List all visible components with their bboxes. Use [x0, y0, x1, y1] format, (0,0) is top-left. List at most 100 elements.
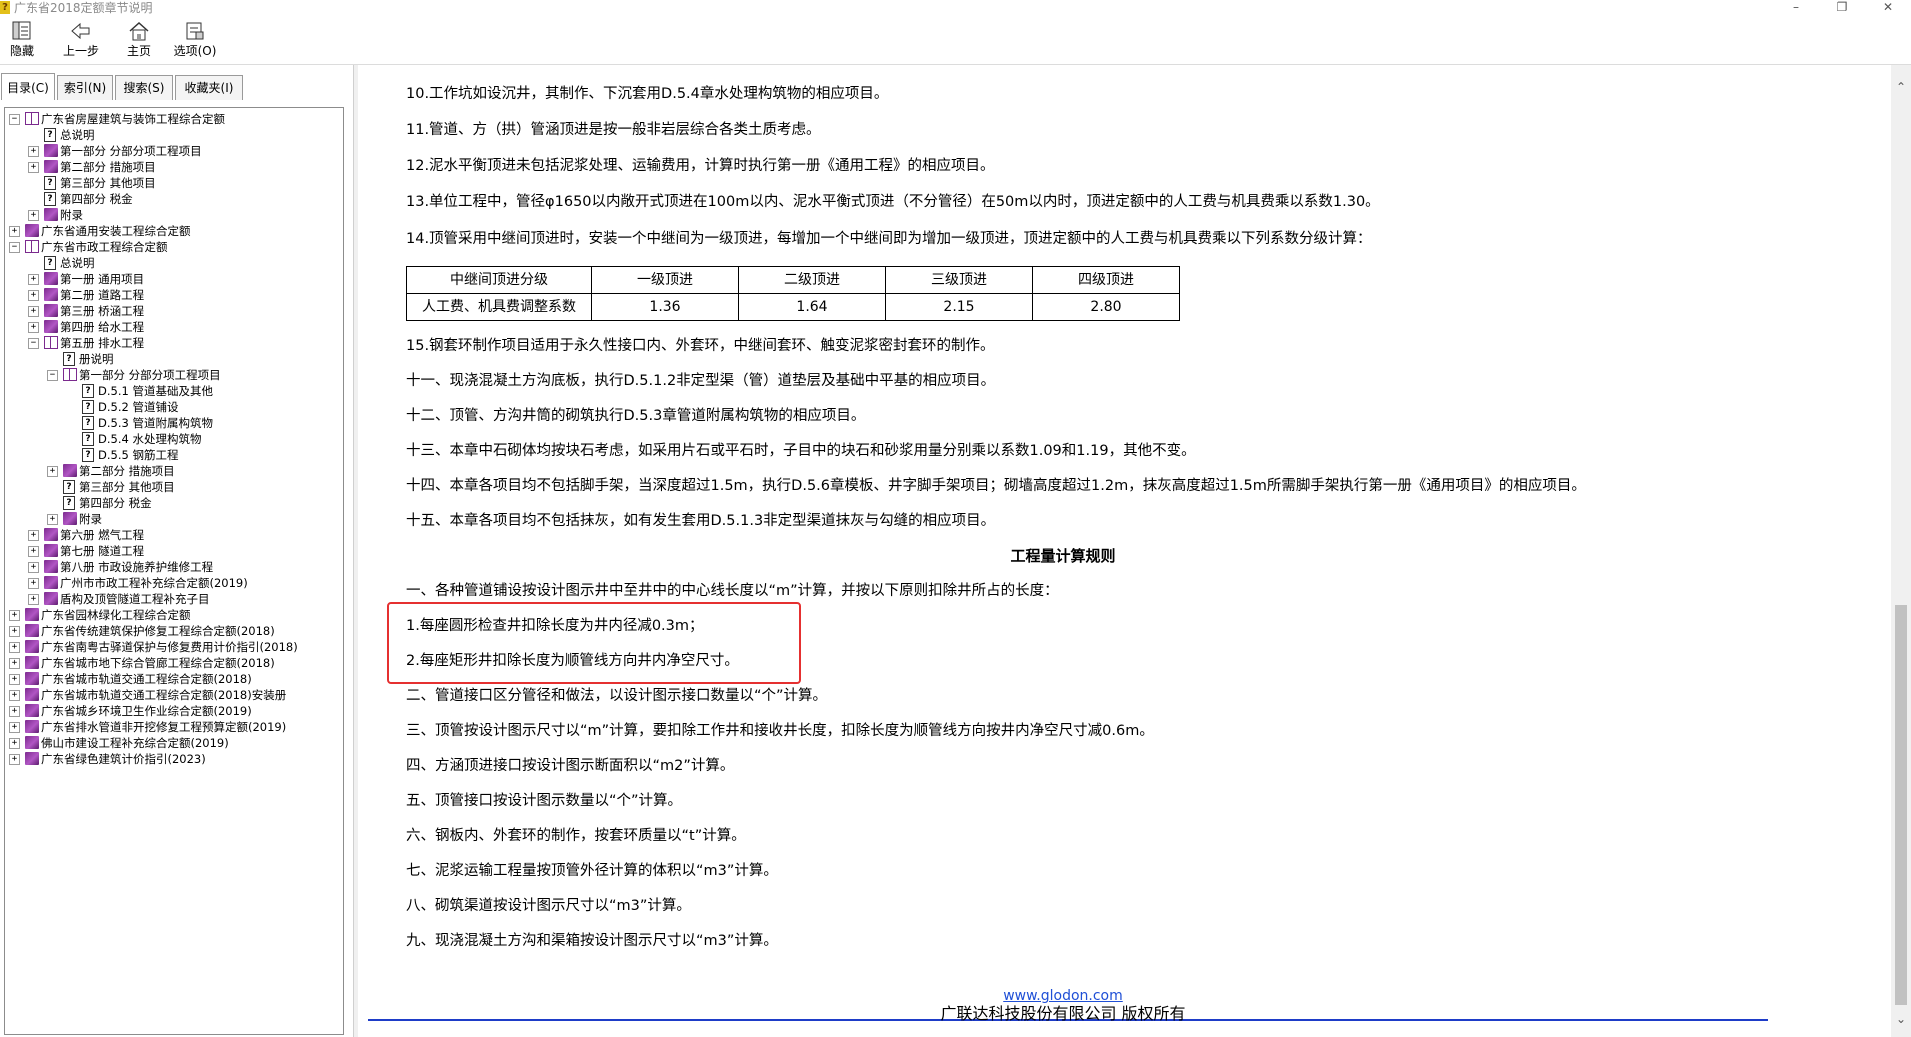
- tree-item-label: 第二部分 措施项目: [60, 160, 156, 174]
- collapse-icon[interactable]: −: [9, 242, 20, 253]
- expand-icon[interactable]: +: [9, 690, 20, 701]
- table-header: 中继间顶进分级: [406, 266, 592, 294]
- expand-icon[interactable]: +: [9, 754, 20, 765]
- tree-item-label: 广东省房屋建筑与装饰工程综合定额: [41, 112, 225, 126]
- tree-item-label: 第二部分 措施项目: [79, 464, 175, 478]
- table-row: 人工费、机具费调整系数 1.36 1.64 2.15 2.80: [406, 293, 1180, 321]
- help-page-icon: ?: [82, 384, 94, 398]
- open-book-icon: [25, 240, 39, 253]
- expand-icon[interactable]: +: [9, 226, 20, 237]
- expand-icon[interactable]: +: [9, 658, 20, 669]
- expand-icon[interactable]: +: [9, 738, 20, 749]
- text-line: 12.泥水平衡顶进未包括泥浆处理、运输费用，计算时执行第一册《通用工程》的相应项…: [406, 158, 995, 174]
- text-line: 六、钢板内、外套环的制作，按套环质量以“t”计算。: [406, 828, 746, 844]
- book-icon: [25, 608, 39, 621]
- tree-item-label: 盾构及顶管隧道工程补充子目: [60, 592, 210, 606]
- tree-item-label: 第四部分 税金: [60, 192, 133, 206]
- tree-item-label: 佛山市建设工程补充综合定额(2019): [41, 736, 229, 750]
- text-line: 五、顶管接口按设计图示数量以“个”计算。: [406, 793, 683, 809]
- collapse-icon[interactable]: −: [28, 338, 39, 349]
- home-button[interactable]: 主页: [122, 20, 156, 62]
- tree-item-label: D.5.4 水处理构筑物: [98, 432, 202, 446]
- expand-icon[interactable]: +: [9, 722, 20, 733]
- help-page-icon: ?: [63, 480, 75, 494]
- tab-contents[interactable]: 目录(C): [1, 73, 55, 100]
- tree-item-label: 总说明: [60, 128, 95, 142]
- book-icon: [25, 736, 39, 749]
- tab-search[interactable]: 搜索(S): [115, 75, 173, 100]
- expand-icon[interactable]: +: [47, 466, 58, 477]
- website-link[interactable]: www.glodon.com: [358, 988, 1768, 1004]
- book-icon: [44, 320, 58, 333]
- expand-icon[interactable]: +: [28, 546, 39, 557]
- expand-icon[interactable]: +: [28, 210, 39, 221]
- content-pane: 10.工作坑如设沉井，其制作、下沉套用D.5.4章水处理构筑物的相应项目。 11…: [358, 65, 1891, 1037]
- book-icon: [44, 528, 58, 541]
- text-line: 三、顶管按设计图示尺寸以“m”计算，要扣除工作井和接收井长度，扣除长度为顺管线方…: [406, 723, 1154, 739]
- expand-icon[interactable]: +: [9, 706, 20, 717]
- help-page-icon: ?: [82, 400, 94, 414]
- tree-item-label: 广东省城市轨道交通工程综合定额(2018): [41, 672, 252, 686]
- maximize-button[interactable]: ❐: [1819, 0, 1865, 16]
- expand-icon[interactable]: +: [28, 146, 39, 157]
- expand-icon[interactable]: +: [9, 642, 20, 653]
- help-page-icon: ?: [82, 448, 94, 462]
- vertical-scrollbar[interactable]: ⌃ ⌄: [1891, 65, 1911, 1037]
- text-line: 十四、本章各项目均不包括脚手架，当深度超过1.5m，执行D.5.6章模板、井字脚…: [406, 478, 1586, 494]
- expand-icon[interactable]: +: [9, 674, 20, 685]
- expand-icon[interactable]: +: [9, 610, 20, 621]
- scroll-up-icon[interactable]: ⌃: [1891, 77, 1911, 97]
- text-line: 九、现浇混凝土方沟和渠箱按设计图示尺寸以“m3”计算。: [406, 933, 778, 949]
- options-button-label: 选项(O): [173, 44, 217, 58]
- tree-item-label: 第五册 排水工程: [60, 336, 145, 350]
- window-title: 广东省2018定额章节说明: [14, 1, 153, 15]
- expand-icon[interactable]: +: [28, 306, 39, 317]
- back-button[interactable]: 上一步: [58, 20, 104, 62]
- expand-icon[interactable]: +: [28, 322, 39, 333]
- help-page-icon: ?: [44, 256, 56, 270]
- tree-item-label: 第四册 给水工程: [60, 320, 145, 334]
- tree-item-label: 广东省绿色建筑计价指引(2023): [41, 752, 206, 766]
- table-header: 四级顶进: [1032, 266, 1180, 294]
- expand-icon[interactable]: +: [28, 578, 39, 589]
- tree-item-label: 第三册 桥涵工程: [60, 304, 145, 318]
- open-book-icon: [44, 336, 58, 349]
- scroll-down-icon[interactable]: ⌄: [1891, 1009, 1911, 1029]
- help-page-icon: ?: [63, 496, 75, 510]
- table-cell: 1.36: [591, 293, 739, 321]
- close-button[interactable]: ✕: [1865, 0, 1911, 16]
- expand-icon[interactable]: +: [28, 290, 39, 301]
- help-page-icon: ?: [44, 192, 56, 206]
- expand-icon[interactable]: +: [28, 274, 39, 285]
- tab-index[interactable]: 索引(N): [57, 75, 113, 100]
- tree-item-label: 册说明: [79, 352, 114, 366]
- table-header-row: 中继间顶进分级 一级顶进 二级顶进 三级顶进 四级顶进: [406, 266, 1180, 294]
- collapse-icon[interactable]: −: [47, 370, 58, 381]
- text-line: 七、泥浆运输工程量按顶管外径计算的体积以“m3”计算。: [406, 863, 778, 879]
- contents-tree[interactable]: − 广东省房屋建筑与装饰工程综合定额? 总说明 + 第一部分 分部分项工程项目 + 第二部分…: [4, 107, 344, 1035]
- navigation-panel: 目录(C) 索引(N) 搜索(S) 收藏夹(I) − 广东省房屋建筑与装饰工程综合…: [0, 65, 353, 1037]
- expand-icon[interactable]: +: [9, 626, 20, 637]
- book-icon: [44, 272, 58, 285]
- tree-item-label: 第六册 燃气工程: [60, 528, 145, 542]
- expand-icon[interactable]: +: [28, 594, 39, 605]
- tree-item-label: D.5.1 管道基础及其他: [98, 384, 213, 398]
- book-icon: [44, 208, 58, 221]
- text-line: 十五、本章各项目均不包括抹灰，如有发生套用D.5.1.3非定型渠道抹灰与勾缝的相…: [406, 513, 996, 529]
- open-book-icon: [25, 112, 39, 125]
- tab-favorites[interactable]: 收藏夹(I): [175, 75, 243, 100]
- expand-icon[interactable]: +: [28, 562, 39, 573]
- tree-item-label: 总说明: [60, 256, 95, 270]
- book-icon: [44, 560, 58, 573]
- options-button[interactable]: 选项(O): [172, 20, 218, 62]
- expand-icon[interactable]: +: [28, 162, 39, 173]
- expand-icon[interactable]: +: [47, 514, 58, 525]
- minimize-button[interactable]: –: [1773, 0, 1819, 16]
- collapse-icon[interactable]: −: [9, 114, 20, 125]
- expand-icon[interactable]: +: [28, 530, 39, 541]
- hide-button[interactable]: 隐藏: [4, 20, 40, 62]
- book-icon: [44, 592, 58, 605]
- tree-item-label: 广东省城市地下综合管廊工程综合定额(2018): [41, 656, 275, 670]
- help-page-icon: ?: [63, 352, 75, 366]
- scroll-thumb[interactable]: [1895, 605, 1907, 1005]
